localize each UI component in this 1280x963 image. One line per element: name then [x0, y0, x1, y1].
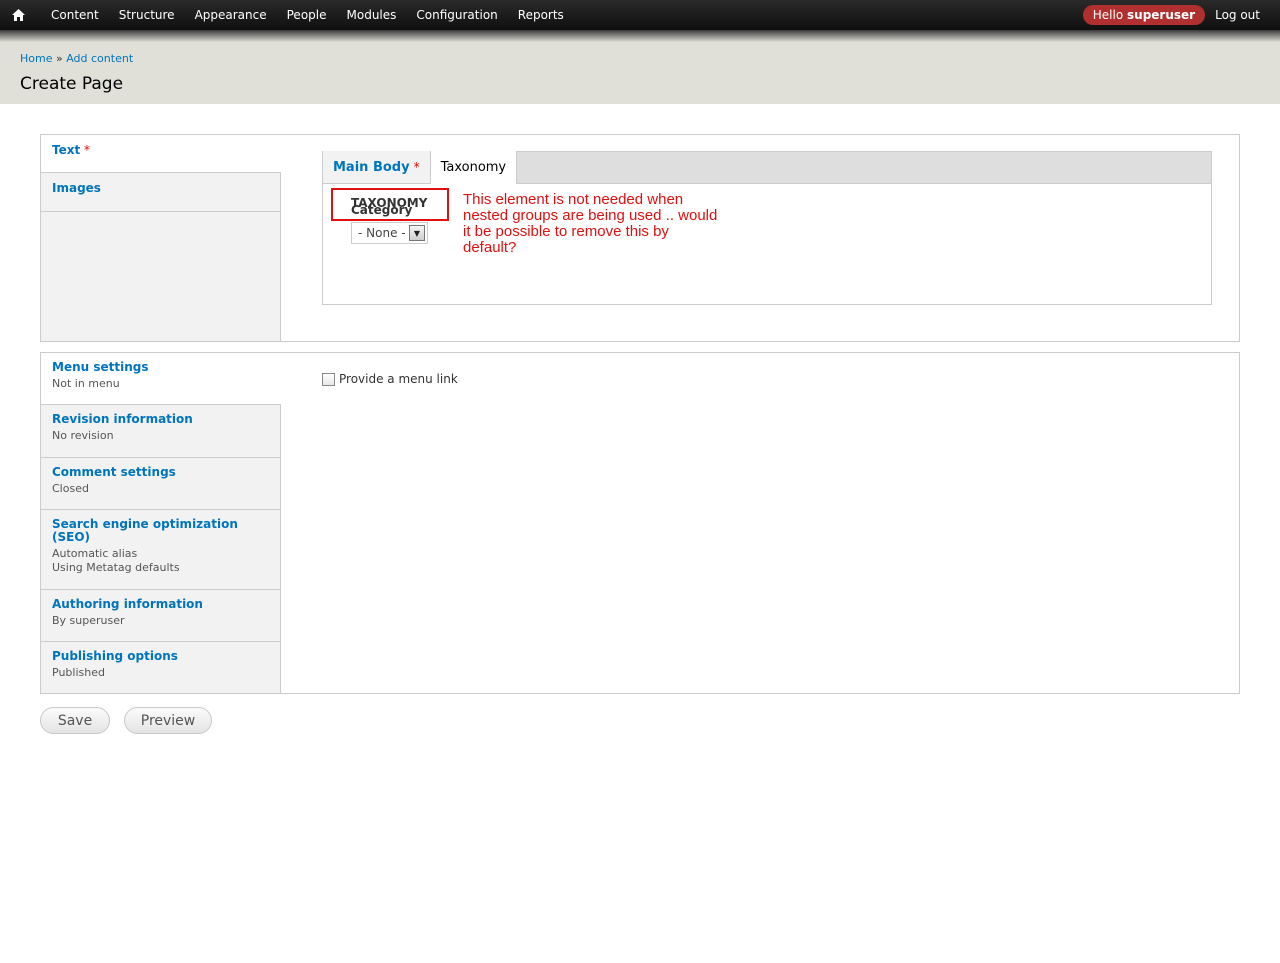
- vtab-seo[interactable]: Search engine optimization (SEO) Automat…: [41, 510, 280, 590]
- breadcrumb-home[interactable]: Home: [20, 52, 52, 65]
- vtab-publishing-summary: Published: [52, 666, 105, 679]
- vtab-menu-settings[interactable]: Menu settings Not in menu: [41, 353, 281, 405]
- breadcrumb-separator: »: [55, 52, 63, 65]
- breadcrumb: Home » Add content: [20, 52, 133, 65]
- tab-main-body-label: Main Body: [333, 159, 410, 175]
- vtab-revision-information[interactable]: Revision information No revision: [41, 405, 280, 458]
- user-area: Hello superuser Log out: [1082, 0, 1280, 30]
- home-link[interactable]: [0, 0, 36, 30]
- required-marker: *: [413, 160, 420, 174]
- vtab-seo-title: Search engine optimization (SEO): [52, 517, 238, 544]
- horizontal-tabs: Main Body * Taxonomy TAXONOMY Category -…: [322, 151, 1212, 305]
- vtab-text[interactable]: Text *: [41, 135, 281, 173]
- vtab-comment-title: Comment settings: [52, 465, 176, 479]
- page-title: Create Page: [20, 74, 124, 94]
- home-icon: [11, 9, 25, 21]
- menu-link-checkbox[interactable]: [322, 372, 335, 386]
- horizontal-tab-bar: Main Body * Taxonomy: [323, 151, 1211, 184]
- username: superuser: [1127, 8, 1196, 22]
- vtab-comment-settings[interactable]: Comment settings Closed: [41, 458, 280, 510]
- nav-appearance[interactable]: Appearance: [185, 0, 277, 30]
- content-vertical-tabs: Text * Images Main Body * Taxonomy TAXON…: [40, 134, 1240, 342]
- vtab-images[interactable]: Images: [41, 173, 280, 212]
- preview-button[interactable]: Preview: [124, 707, 212, 734]
- tab-main-body[interactable]: Main Body *: [323, 151, 431, 183]
- vtab-seo-summary-alias: Automatic alias: [52, 547, 138, 560]
- content-tab-list: Text * Images: [41, 135, 281, 341]
- vtab-publishing-options[interactable]: Publishing options Published: [41, 642, 280, 693]
- category-select-value: - None -: [358, 226, 406, 240]
- vtab-publishing-title: Publishing options: [52, 649, 178, 663]
- vtab-authoring-title: Authoring information: [52, 597, 203, 611]
- save-button[interactable]: Save: [40, 707, 110, 734]
- breadcrumb-add-content[interactable]: Add content: [66, 52, 133, 65]
- vtab-images-label: Images: [52, 181, 101, 195]
- nav-modules[interactable]: Modules: [337, 0, 407, 30]
- vtab-menu-settings-summary: Not in menu: [52, 377, 120, 390]
- vtab-authoring-information[interactable]: Authoring information By superuser: [41, 590, 280, 642]
- vtab-comment-summary: Closed: [52, 482, 89, 495]
- annotation-highlight-box: [331, 188, 449, 221]
- vtab-revision-title: Revision information: [52, 412, 193, 426]
- admin-toolbar: Content Structure Appearance People Modu…: [0, 0, 1280, 30]
- chevron-down-icon: ▼: [409, 225, 425, 241]
- nav-content[interactable]: Content: [36, 0, 109, 30]
- page-header: Home » Add content Create Page: [0, 42, 1280, 104]
- vtab-text-label: Text: [52, 143, 81, 157]
- annotation-note: This element is not needed when nested g…: [463, 191, 718, 256]
- menu-link-option: Provide a menu link: [322, 372, 458, 386]
- tab-taxonomy-label: Taxonomy: [440, 160, 507, 175]
- settings-tab-list: Menu settings Not in menu Revision infor…: [41, 353, 281, 693]
- tab-taxonomy[interactable]: Taxonomy: [430, 151, 518, 184]
- nav-configuration[interactable]: Configuration: [406, 0, 507, 30]
- vtab-authoring-summary: By superuser: [52, 614, 125, 627]
- logout-link[interactable]: Log out: [1205, 8, 1280, 22]
- user-badge[interactable]: Hello superuser: [1082, 5, 1206, 25]
- vtab-seo-summary-metatag: Using Metatag defaults: [52, 561, 180, 574]
- nav-reports[interactable]: Reports: [508, 0, 574, 30]
- settings-vertical-tabs: Menu settings Not in menu Revision infor…: [40, 352, 1240, 694]
- vtab-menu-settings-title: Menu settings: [52, 360, 149, 374]
- vtab-revision-summary: No revision: [52, 429, 114, 442]
- nav-people[interactable]: People: [277, 0, 337, 30]
- toolbar-shadow: [0, 30, 1280, 42]
- nav-structure[interactable]: Structure: [109, 0, 185, 30]
- menu-link-label[interactable]: Provide a menu link: [339, 372, 458, 386]
- required-marker: *: [84, 143, 91, 157]
- hello-prefix: Hello: [1092, 8, 1124, 22]
- category-select[interactable]: - None - ▼: [351, 222, 428, 244]
